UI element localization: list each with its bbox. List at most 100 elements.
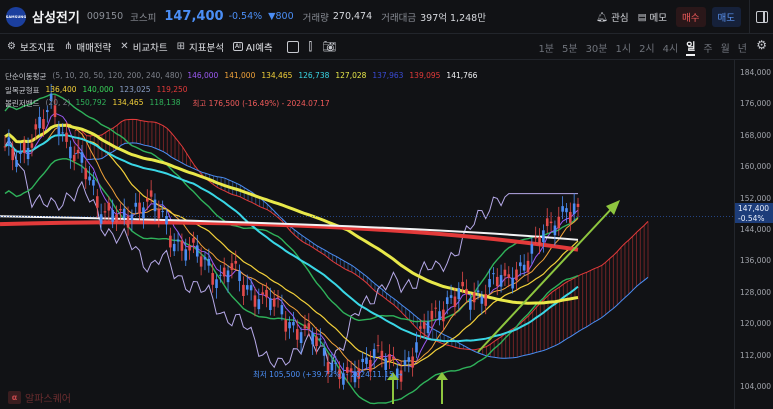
amount-label: 거래대금 xyxy=(381,12,417,24)
ma20-line xyxy=(4,134,579,367)
ichimoku-value-0: 136,400 xyxy=(45,85,77,94)
candle-body xyxy=(430,310,434,320)
candle-body xyxy=(422,321,426,329)
candle-body xyxy=(219,274,222,276)
period-0[interactable]: 1분 xyxy=(538,40,554,55)
candle-body xyxy=(415,342,418,353)
candle-body xyxy=(57,126,61,135)
candle-body xyxy=(280,305,284,315)
bollinger-value-0: 150,792 xyxy=(75,98,107,107)
bell-icon: 🔔︎ xyxy=(596,11,609,23)
candle-body xyxy=(515,269,518,281)
ichimoku-value-3: 119,250 xyxy=(156,85,188,94)
candle-body xyxy=(195,245,199,257)
candle-body xyxy=(11,148,14,161)
side-panel-toggle[interactable] xyxy=(749,0,773,34)
candle-body xyxy=(42,119,45,129)
low-price-note: 최저 105,500 (+39.72%) - 2024.11.15 → xyxy=(253,370,403,379)
period-5[interactable]: 4시 xyxy=(663,40,679,55)
candle-body xyxy=(176,239,180,242)
candle-body xyxy=(322,347,326,356)
candle-body xyxy=(445,297,449,304)
candle-body xyxy=(403,360,407,366)
ichimoku-legend: 일목균형표 136,400 140,000 123,025 119,250 xyxy=(5,85,200,96)
candle-body xyxy=(426,321,430,334)
header-actions: 🔔︎ 관심 ▤ 메모 매수 매도 xyxy=(596,0,773,34)
period-2[interactable]: 30분 xyxy=(586,40,608,55)
candle-body xyxy=(545,218,549,227)
stock-name[interactable]: 삼성전기 xyxy=(32,7,80,26)
candle-body xyxy=(253,295,257,307)
price-axis[interactable]: 184,000 176,000 168,000 160,000 152,000 144,0… xyxy=(734,60,773,409)
memo-button[interactable]: ▤ 메모 xyxy=(638,10,667,25)
bollinger-legend-values: 150,792 134,465 118,138 xyxy=(75,98,186,109)
candle-body xyxy=(172,243,176,252)
bollinger-value-2: 118,138 xyxy=(149,98,181,107)
compare-chart-label: 비교차트 xyxy=(132,42,168,54)
compare-icon: ✕ xyxy=(120,41,129,52)
ai-prediction-label: AI예측 xyxy=(245,42,273,54)
candle-body xyxy=(419,326,422,329)
candle-body xyxy=(522,264,526,271)
ma10-line xyxy=(4,123,579,371)
period-6[interactable]: 일 xyxy=(686,38,696,56)
period-1[interactable]: 5분 xyxy=(562,40,578,55)
candle-body xyxy=(542,230,545,243)
volume-label: 거래량 xyxy=(302,12,329,24)
trade-strategy-button[interactable]: ⋔ 매매전략 xyxy=(64,40,111,54)
candle-body xyxy=(169,235,172,248)
candle-body xyxy=(80,152,84,163)
camera-icon[interactable]: 📷︎ xyxy=(322,40,336,53)
ma-value-1: 141,000 xyxy=(224,71,256,80)
period-9[interactable]: 년 xyxy=(738,40,747,55)
candle-body xyxy=(138,202,141,214)
price-chart[interactable] xyxy=(0,60,773,409)
candlestick-icon[interactable]: ⫿ xyxy=(309,40,313,54)
candle-body xyxy=(207,258,211,266)
support-arrow-right-head xyxy=(436,372,448,380)
y-axis-label: 128,000 xyxy=(740,287,772,297)
aux-indicator-button[interactable]: ⚙︎ 보조지표 xyxy=(7,40,55,54)
candle-body xyxy=(572,203,576,215)
ai-icon: AI xyxy=(233,42,243,51)
candle-body xyxy=(69,146,72,159)
candle-body xyxy=(122,208,126,219)
buy-button[interactable]: 매수 xyxy=(676,7,706,27)
favorite-button[interactable]: 🔔︎ 관심 xyxy=(596,10,629,25)
candle-body xyxy=(34,124,38,130)
candle-body xyxy=(299,332,303,343)
candle-body xyxy=(334,362,338,365)
current-price: 147,400 xyxy=(164,9,224,24)
candle-body xyxy=(530,244,534,254)
candle-body xyxy=(292,322,295,326)
period-4[interactable]: 2시 xyxy=(639,40,655,55)
y-axis-label: 120,000 xyxy=(740,319,772,329)
candle-body xyxy=(22,142,26,153)
period-8[interactable]: 월 xyxy=(721,40,730,55)
ma-value-4: 127,028 xyxy=(335,71,367,80)
chart-type-square-icon[interactable] xyxy=(286,40,299,53)
candle-body xyxy=(230,263,234,270)
y-axis-label: 168,000 xyxy=(740,130,772,140)
candle-body xyxy=(157,209,161,219)
candle-body xyxy=(30,143,34,148)
candle-body xyxy=(526,260,530,273)
compare-chart-button[interactable]: ✕ 비교차트 xyxy=(120,40,167,54)
ma-legend: 단순이동평균 (5, 10, 20, 50, 120, 200, 240, 48… xyxy=(5,71,489,82)
ma-value-7: 141,766 xyxy=(446,71,478,80)
chart-canvas[interactable] xyxy=(0,60,773,409)
ichimoku-span-b xyxy=(74,142,649,359)
y-axis-label: 144,000 xyxy=(740,225,772,234)
ai-prediction-button[interactable]: AI AI예측 xyxy=(233,40,273,54)
candle-body xyxy=(3,146,7,148)
indicator-analysis-button[interactable]: ⊞ 지표분석 xyxy=(177,40,224,54)
period-3[interactable]: 1시 xyxy=(616,40,632,55)
candle-body xyxy=(115,214,118,223)
gear-icon[interactable]: ⚙ xyxy=(756,38,767,52)
price-tag-value: 147,400 xyxy=(738,204,770,213)
candle-body xyxy=(461,281,464,287)
candle-body xyxy=(576,203,580,207)
period-7[interactable]: 주 xyxy=(703,40,712,55)
candle-body xyxy=(434,307,438,309)
sell-button[interactable]: 매도 xyxy=(711,7,741,27)
